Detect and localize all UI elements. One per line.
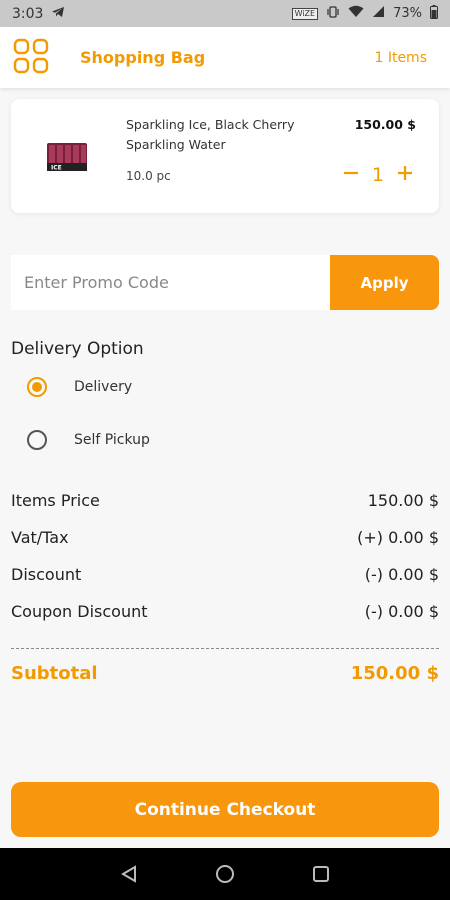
cart-item-count: 1 Items	[374, 49, 427, 66]
delivery-radio-option[interactable]: Delivery	[27, 377, 132, 397]
self-pickup-radio-option[interactable]: Self Pickup	[27, 430, 150, 450]
delivery-option-heading: Delivery Option	[11, 339, 144, 359]
summary-divider	[11, 648, 439, 649]
increase-quantity-button[interactable]	[394, 163, 416, 187]
discount-row: Discount (-) 0.00 $	[11, 565, 439, 584]
apply-promo-button[interactable]: Apply	[330, 255, 439, 310]
subtotal-value: 150.00 $	[350, 663, 439, 684]
status-time: 3:03	[12, 5, 44, 22]
summary-label: Vat/Tax	[11, 528, 69, 547]
battery-icon	[430, 4, 438, 23]
summary-label: Coupon Discount	[11, 602, 148, 621]
delivery-radio-label: Delivery	[74, 379, 133, 395]
quantity-value: 1	[371, 164, 384, 186]
system-nav-bar	[0, 848, 450, 900]
promo-code-row: Apply	[11, 255, 439, 310]
battery-level: 73%	[393, 6, 422, 21]
summary-label: Items Price	[11, 491, 100, 510]
product-unit: 10.0 pc	[126, 169, 171, 183]
minus-icon	[343, 171, 358, 175]
self-pickup-radio-label: Self Pickup	[74, 432, 150, 448]
vibrate-icon	[326, 5, 340, 23]
product-image-label: ICE	[51, 165, 62, 172]
product-name: Sparkling Ice, Black Cherry Sparkling Wa…	[126, 117, 295, 152]
summary-label: Discount	[11, 565, 82, 584]
product-image: ICE	[45, 137, 89, 175]
summary-value: 150.00 $	[367, 491, 439, 510]
wifi-icon	[348, 5, 364, 22]
grid-menu-icon[interactable]	[13, 38, 49, 78]
decrease-quantity-button[interactable]	[340, 163, 362, 187]
product-price: 150.00 $	[354, 117, 416, 132]
app-bar: Shopping Bag 1 Items	[0, 27, 450, 88]
cart-item-card: ICE Sparkling Ice, Black Cherry Sparklin…	[11, 99, 439, 213]
summary-value: (-) 0.00 $	[364, 602, 439, 621]
summary-value: (+) 0.00 $	[357, 528, 439, 547]
subtotal-label: Subtotal	[11, 663, 98, 684]
telegram-icon	[51, 6, 65, 22]
summary-value: (-) 0.00 $	[364, 565, 439, 584]
vat-tax-row: Vat/Tax (+) 0.00 $	[11, 528, 439, 547]
signal-icon	[372, 5, 385, 22]
self-pickup-radio[interactable]	[27, 430, 47, 450]
back-triangle-icon[interactable]	[118, 863, 140, 885]
delivery-radio[interactable]	[27, 377, 47, 397]
continue-checkout-button[interactable]: Continue Checkout	[11, 782, 439, 837]
home-circle-icon[interactable]	[214, 863, 236, 885]
page-title: Shopping Bag	[80, 48, 206, 67]
promo-code-input[interactable]	[11, 255, 330, 310]
status-bar: 3:03 WiZE 73%	[0, 0, 450, 27]
quantity-stepper: 1	[340, 163, 416, 187]
plus-icon	[398, 166, 412, 180]
coupon-discount-row: Coupon Discount (-) 0.00 $	[11, 602, 439, 621]
items-price-row: Items Price 150.00 $	[11, 491, 439, 510]
recents-square-icon[interactable]	[310, 863, 332, 885]
subtotal-row: Subtotal 150.00 $	[11, 663, 439, 684]
carrier-badge: WiZE	[291, 7, 319, 20]
